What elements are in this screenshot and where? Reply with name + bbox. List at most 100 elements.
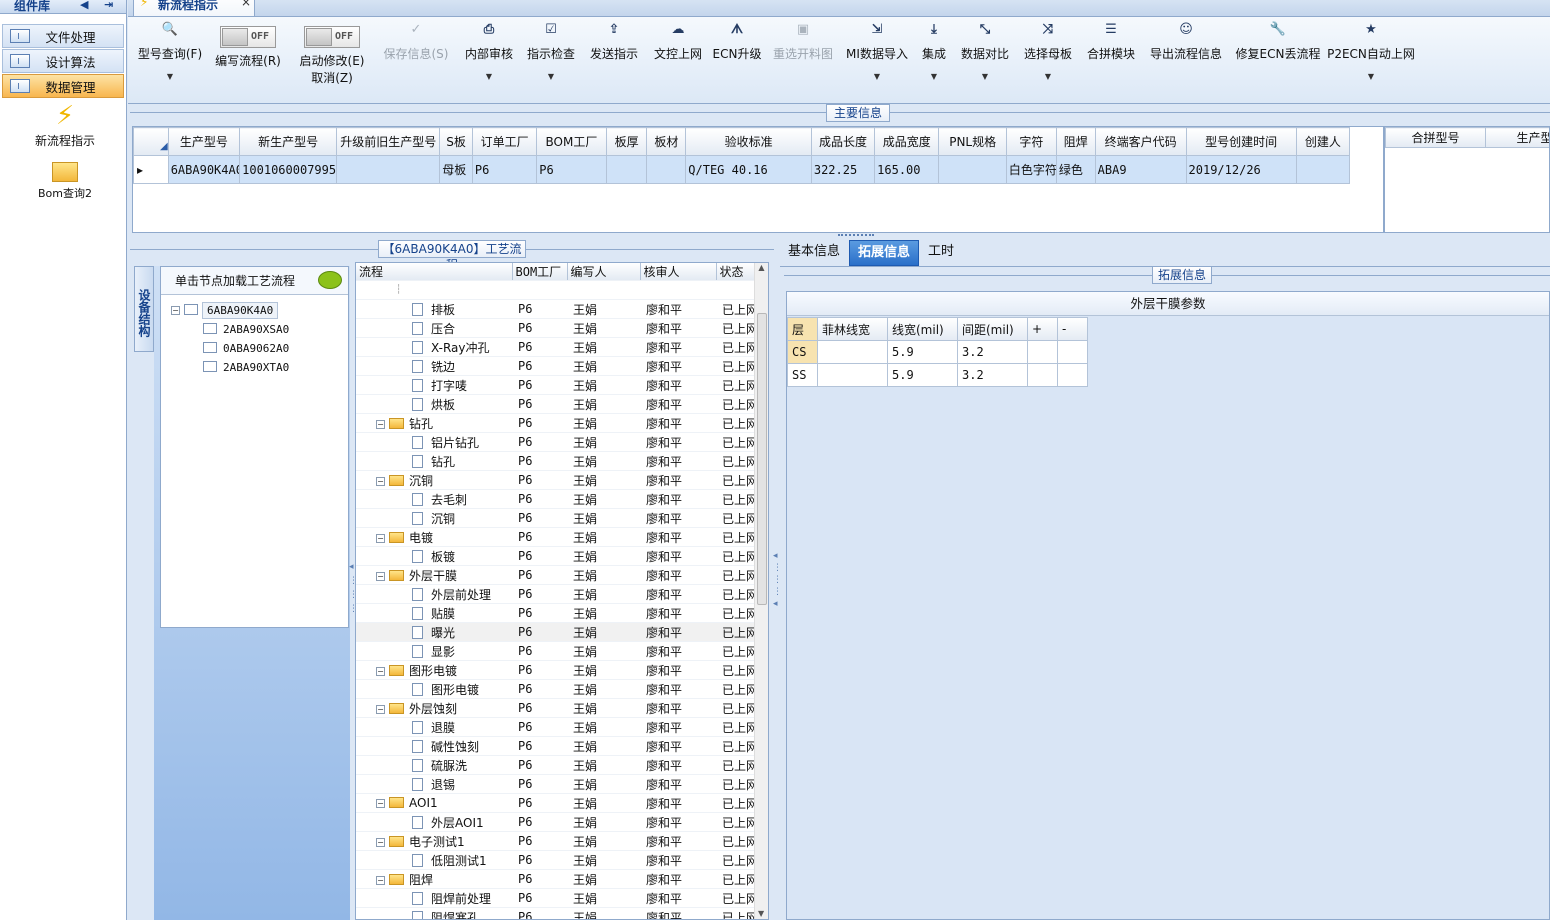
- column-header[interactable]: 板材: [646, 127, 687, 156]
- tab-basic-info[interactable]: 基本信息: [780, 240, 848, 266]
- column-header[interactable]: +: [1027, 317, 1058, 341]
- column-header[interactable]: 层: [787, 317, 818, 341]
- fix-ecn-button[interactable]: 🔧 修复ECN丢流程: [1234, 17, 1322, 103]
- process-row[interactable]: 板镀 P6 王娟 廖和平 已上网: [356, 546, 760, 566]
- splitter-grip[interactable]: [838, 234, 874, 238]
- column-header[interactable]: 成品宽度: [874, 127, 940, 156]
- process-row[interactable]: 铝片钻孔 P6 王娟 廖和平 已上网: [356, 432, 760, 452]
- collapse-icon[interactable]: −: [376, 704, 385, 714]
- column-header[interactable]: 终端客户代码: [1094, 127, 1187, 156]
- collapse-icon[interactable]: −: [376, 571, 385, 581]
- production-model-header[interactable]: 生产型号: [1485, 127, 1549, 148]
- cancel-label[interactable]: 取消(Z): [311, 69, 353, 86]
- params-cell[interactable]: [1057, 340, 1088, 364]
- cell[interactable]: P6: [471, 155, 538, 184]
- params-cell[interactable]: [1027, 363, 1058, 387]
- chevron-down-icon[interactable]: ▼: [982, 72, 988, 81]
- process-row[interactable]: − 沉铜 P6 王娟 廖和平 已上网: [356, 470, 760, 490]
- vertical-scrollbar[interactable]: ▲ ▼: [754, 263, 768, 919]
- process-row[interactable]: X-Ray冲孔 P6 王娟 廖和平 已上网: [356, 337, 760, 357]
- column-header[interactable]: 生产型号: [167, 127, 241, 156]
- cell[interactable]: 6ABA90K4A0: [167, 155, 241, 184]
- scroll-down-icon[interactable]: ▼: [758, 909, 764, 918]
- column-header[interactable]: 升级前旧生产型号: [336, 127, 441, 156]
- new-process-item[interactable]: ⚡ 新流程指示: [20, 100, 110, 149]
- column-header[interactable]: 订单工厂: [471, 127, 538, 156]
- tab-work-hours[interactable]: 工时: [920, 240, 962, 266]
- process-row[interactable]: 排板 P6 王娟 廖和平 已上网: [356, 299, 760, 319]
- reselect-cutting-button[interactable]: ▣ 重选开料图: [770, 17, 836, 103]
- process-row[interactable]: 打字唛 P6 王娟 廖和平 已上网: [356, 375, 760, 395]
- column-header[interactable]: 编写人: [567, 263, 641, 281]
- column-header[interactable]: 创建人: [1295, 127, 1351, 156]
- tab-extended-info[interactable]: 拓展信息: [849, 240, 920, 266]
- tree-node-root[interactable]: − 6ABA90K4A0: [171, 301, 289, 320]
- cell[interactable]: P6: [536, 155, 607, 184]
- chevron-down-icon[interactable]: ▼: [167, 72, 173, 81]
- scrollbar-thumb[interactable]: [757, 313, 767, 605]
- process-row[interactable]: − 外层蚀刻 P6 王娟 廖和平 已上网: [356, 698, 760, 718]
- process-row[interactable]: 阻焊前处理 P6 王娟 廖和平 已上网: [356, 888, 760, 908]
- instruction-check-button[interactable]: ☑ 指示检查 ▼: [524, 17, 578, 103]
- collapse-icon[interactable]: −: [171, 306, 180, 315]
- process-row[interactable]: − AOI1 P6 王娟 廖和平 已上网: [356, 793, 760, 813]
- process-row[interactable]: 外层前处理 P6 王娟 廖和平 已上网: [356, 584, 760, 604]
- collapse-icon[interactable]: −: [376, 419, 385, 429]
- start-modify-toggle[interactable]: OFF 启动修改(E) 取消(Z): [296, 17, 368, 103]
- ecn-upgrade-button[interactable]: ᗑ ECN升级: [712, 17, 762, 103]
- params-cell[interactable]: [817, 340, 888, 364]
- process-row[interactable]: 外层AOI1 P6 王娟 廖和平 已上网: [356, 812, 760, 832]
- column-header[interactable]: 验收标准: [685, 127, 812, 156]
- process-row[interactable]: − 阻焊 P6 王娟 廖和平 已上网: [356, 869, 760, 889]
- cell[interactable]: [336, 155, 441, 184]
- params-cell[interactable]: 3.2: [957, 363, 1028, 387]
- process-row[interactable]: 贴膜 P6 王娟 廖和平 已上网: [356, 603, 760, 623]
- cell[interactable]: 绿色: [1055, 155, 1096, 184]
- column-header[interactable]: 型号创建时间: [1185, 127, 1297, 156]
- tree-node[interactable]: 2ABA90XTA0: [171, 358, 289, 377]
- cell[interactable]: [646, 155, 687, 184]
- collapse-icon[interactable]: −: [376, 799, 385, 808]
- process-row[interactable]: 低阻测试1 P6 王娟 廖和平 已上网: [356, 850, 760, 870]
- process-row[interactable]: 退膜 P6 王娟 廖和平 已上网: [356, 717, 760, 737]
- model-query-button[interactable]: 🔍 型号查询(F) ▼: [134, 17, 206, 103]
- column-header[interactable]: 成品长度: [810, 127, 876, 156]
- merge-model-header[interactable]: 合拼型号: [1385, 127, 1486, 148]
- merge-module-button[interactable]: ☰ 合拼模块: [1084, 17, 1138, 103]
- doc-control-online-button[interactable]: ☁ 文控上网: [650, 17, 706, 103]
- column-header[interactable]: 流程: [356, 263, 513, 281]
- main-info-data-row[interactable]: ▸ 6ABA90K4A0 10010600079951 母板 P6 P6 Q/TEG 40…: [133, 155, 1351, 184]
- cell[interactable]: 10010600079951: [239, 155, 338, 184]
- process-row[interactable]: 沉铜 P6 王娟 廖和平 已上网: [356, 508, 760, 528]
- process-row[interactable]: − 电镀 P6 王娟 廖和平 已上网: [356, 527, 760, 547]
- tab-new-process[interactable]: ⚡ 新流程指示 ×: [133, 0, 255, 16]
- write-process-toggle[interactable]: OFF 编写流程(R): [212, 17, 284, 103]
- column-header[interactable]: 间距(mil): [957, 317, 1028, 341]
- process-row[interactable]: 图形电镀 P6 王娟 廖和平 已上网: [356, 679, 760, 699]
- bom-query-item[interactable]: Bom查询2: [20, 160, 110, 201]
- column-header[interactable]: 阻焊: [1055, 127, 1096, 156]
- chevron-down-icon[interactable]: ▼: [874, 72, 880, 81]
- collapse-icon[interactable]: −: [376, 476, 385, 486]
- pin-icon[interactable]: ⇥: [104, 0, 113, 11]
- integrate-button[interactable]: ⤓ 集成 ▼: [916, 17, 952, 103]
- cell[interactable]: ABA9: [1094, 155, 1187, 184]
- column-header[interactable]: -: [1057, 317, 1088, 341]
- process-row[interactable]: 碱性蚀刻 P6 王娟 廖和平 已上网: [356, 736, 760, 756]
- params-row[interactable]: CS 5.9 3.2: [787, 340, 1088, 364]
- cell[interactable]: 322.25: [810, 155, 876, 184]
- export-process-button[interactable]: ☺ 导出流程信息: [1146, 17, 1226, 103]
- column-header[interactable]: 新生产型号: [239, 127, 338, 156]
- device-structure-tab[interactable]: 设备结构: [134, 266, 154, 352]
- column-header[interactable]: 线宽(mil): [887, 317, 958, 341]
- cell[interactable]: 白色字符: [1005, 155, 1057, 184]
- column-header[interactable]: 字符: [1005, 127, 1057, 156]
- process-row[interactable]: − 图形电镀 P6 王娟 廖和平 已上网: [356, 660, 760, 680]
- process-row[interactable]: 显影 P6 王娟 廖和平 已上网: [356, 641, 760, 661]
- process-row[interactable]: 去毛刺 P6 王娟 廖和平 已上网: [356, 489, 760, 509]
- cell[interactable]: 母板: [439, 155, 473, 184]
- process-row[interactable]: 铣边 P6 王娟 廖和平 已上网: [356, 356, 760, 376]
- process-row[interactable]: − 钻孔 P6 王娟 廖和平 已上网: [356, 413, 760, 433]
- params-cell[interactable]: [817, 363, 888, 387]
- process-row[interactable]: 压合 P6 王娟 廖和平 已上网: [356, 318, 760, 338]
